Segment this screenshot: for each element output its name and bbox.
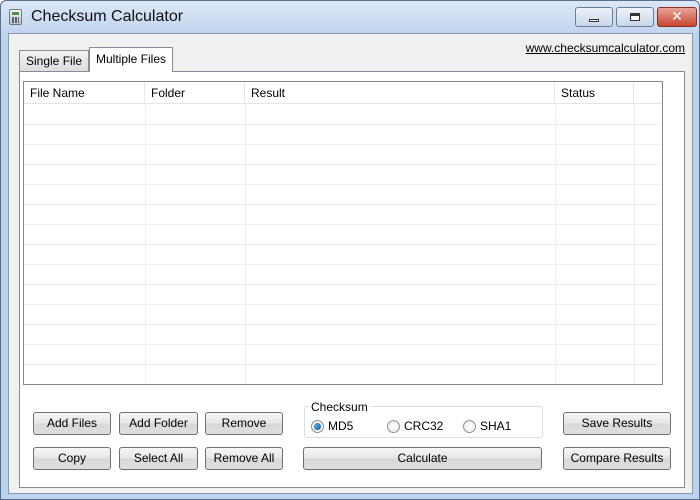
column-divider xyxy=(555,105,556,384)
remove-all-button[interactable]: Remove All xyxy=(205,447,283,470)
column-divider xyxy=(634,105,635,384)
table-header: File Name Folder Result Status xyxy=(24,82,662,104)
remove-button[interactable]: Remove xyxy=(205,412,283,435)
column-divider xyxy=(245,105,246,384)
column-header-folder[interactable]: Folder xyxy=(145,82,245,104)
maximize-icon xyxy=(630,13,640,21)
close-button[interactable]: ✕ xyxy=(657,7,697,27)
add-folder-button[interactable]: Add Folder xyxy=(119,412,198,435)
radio-crc32-label: CRC32 xyxy=(404,419,444,433)
radio-sha1[interactable]: SHA1 xyxy=(463,419,511,433)
title-bar[interactable]: Checksum Calculator ✕ xyxy=(1,1,699,33)
radio-crc32[interactable]: CRC32 xyxy=(387,419,443,433)
save-results-button[interactable]: Save Results xyxy=(563,412,671,435)
column-header-status[interactable]: Status xyxy=(555,82,634,104)
compare-results-button[interactable]: Compare Results xyxy=(563,447,671,470)
select-all-button[interactable]: Select All xyxy=(119,447,198,470)
column-header-file-name[interactable]: File Name xyxy=(24,82,145,104)
add-files-button[interactable]: Add Files xyxy=(33,412,111,435)
website-link[interactable]: www.checksumcalculator.com xyxy=(526,41,685,55)
close-icon: ✕ xyxy=(671,9,683,25)
radio-unchecked-icon[interactable] xyxy=(387,419,400,433)
client-area: Single File Multiple Files www.checksumc… xyxy=(8,33,693,494)
calculator-icon xyxy=(9,9,22,25)
radio-checked-icon[interactable] xyxy=(311,419,324,433)
calculate-button[interactable]: Calculate xyxy=(303,447,542,470)
app-window: Checksum Calculator ✕ Single File Multip… xyxy=(0,0,700,500)
checksum-group-label: Checksum xyxy=(309,400,370,414)
minimize-button[interactable] xyxy=(575,7,613,27)
tab-single-file[interactable]: Single File xyxy=(19,50,90,72)
minimize-icon xyxy=(589,18,599,22)
column-header-filler xyxy=(634,82,662,104)
copy-button[interactable]: Copy xyxy=(33,447,111,470)
window-title: Checksum Calculator xyxy=(31,8,184,25)
radio-md5-label: MD5 xyxy=(328,419,354,433)
column-header-result[interactable]: Result xyxy=(245,82,555,104)
radio-unchecked-icon[interactable] xyxy=(463,419,476,433)
files-table[interactable]: File Name Folder Result Status xyxy=(23,81,663,385)
radio-md5[interactable]: MD5 xyxy=(311,419,353,433)
table-body[interactable] xyxy=(24,105,662,384)
radio-sha1-label: SHA1 xyxy=(480,419,512,433)
maximize-button[interactable] xyxy=(616,7,654,27)
tab-multiple-files[interactable]: Multiple Files xyxy=(89,47,174,72)
column-divider xyxy=(145,105,146,384)
